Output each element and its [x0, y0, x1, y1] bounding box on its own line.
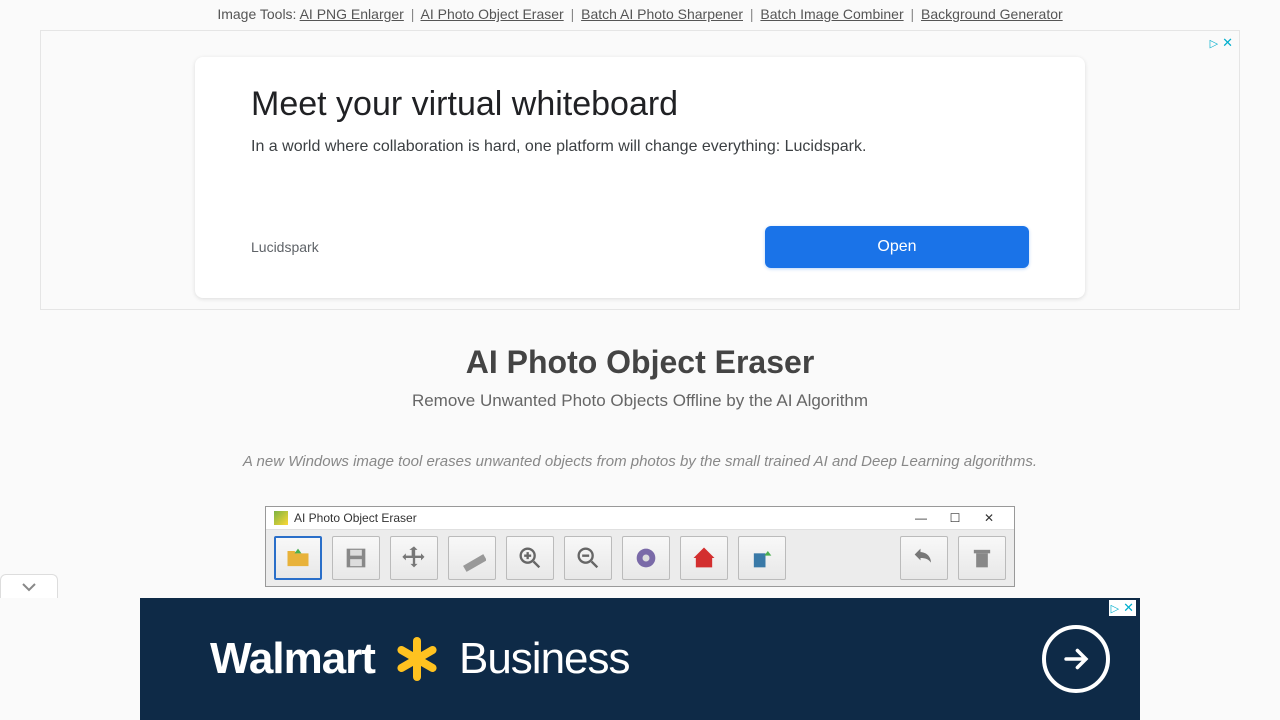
tool-link-png-enlarger[interactable]: AI PNG Enlarger — [300, 6, 404, 22]
minimize-icon: — — [904, 511, 938, 525]
move-button — [390, 536, 438, 580]
separator: | — [408, 6, 418, 22]
close-icon: ✕ — [972, 511, 1006, 525]
zoom-out-icon — [574, 544, 602, 572]
app-titlebar: AI Photo Object Eraser — ☐ ✕ — [266, 507, 1014, 530]
open-file-button — [274, 536, 322, 580]
ad-open-button[interactable]: Open — [765, 226, 1029, 268]
bottom-banner-ad[interactable]: ▷ ✕ Walmart Business — [140, 598, 1140, 720]
ad-description: In a world where collaboration is hard, … — [251, 138, 1029, 156]
tool-link-object-eraser[interactable]: AI Photo Object Eraser — [421, 6, 564, 22]
ruler-icon — [458, 544, 486, 572]
walmart-business-logo: Walmart Business — [210, 631, 630, 687]
close-ad-icon[interactable]: ✕ — [1222, 35, 1233, 51]
separator: | — [568, 6, 578, 22]
update-button — [738, 536, 786, 580]
app-title: AI Photo Object Eraser — [294, 511, 904, 525]
tool-link-bg-generator[interactable]: Background Generator — [921, 6, 1063, 22]
zoom-out-button — [564, 536, 612, 580]
maximize-icon: ☐ — [938, 511, 972, 525]
walmart-spark-icon — [389, 631, 445, 687]
ad-arrow-button[interactable] — [1042, 625, 1110, 693]
bottom-ad-container: ▷ ✕ Walmart Business — [0, 598, 1280, 720]
settings-button — [622, 536, 670, 580]
undo-button — [900, 536, 948, 580]
business-text: Business — [459, 634, 630, 684]
page-tagline: A new Windows image tool erases unwanted… — [0, 453, 1280, 470]
close-ad-icon[interactable]: ✕ — [1123, 600, 1134, 616]
home-button — [680, 536, 728, 580]
app-icon — [274, 511, 288, 525]
ad-controls: ▷ ✕ — [1210, 35, 1233, 51]
ad-bottom-row: Lucidspark Open — [251, 226, 1029, 268]
home-icon — [690, 544, 718, 572]
trash-icon — [968, 544, 996, 572]
app-screenshot: AI Photo Object Eraser — ☐ ✕ — [265, 506, 1015, 587]
top-ad-container: ▷ ✕ Meet your virtual whiteboard In a wo… — [40, 30, 1240, 310]
save-icon — [342, 544, 370, 572]
move-arrows-icon — [400, 544, 428, 572]
zoom-in-button — [506, 536, 554, 580]
tool-link-photo-sharpener[interactable]: Batch AI Photo Sharpener — [581, 6, 743, 22]
adchoices-icon[interactable]: ▷ — [1210, 37, 1218, 50]
bottom-ad-controls: ▷ ✕ — [1109, 600, 1136, 616]
tools-label: Image Tools: — [217, 6, 296, 22]
app-toolbar — [266, 530, 1014, 586]
ad-card[interactable]: Meet your virtual whiteboard In a world … — [195, 57, 1085, 298]
page-subtitle: Remove Unwanted Photo Objects Offline by… — [0, 391, 1280, 411]
walmart-text: Walmart — [210, 634, 375, 684]
adchoices-icon[interactable]: ▷ — [1111, 602, 1119, 615]
separator: | — [908, 6, 918, 22]
arrow-right-icon — [1059, 642, 1093, 676]
folder-open-icon — [284, 544, 312, 572]
separator: | — [747, 6, 757, 22]
zoom-in-icon — [516, 544, 544, 572]
page-title: AI Photo Object Eraser — [0, 344, 1280, 381]
undo-icon — [910, 544, 938, 572]
delete-button — [958, 536, 1006, 580]
gear-icon — [632, 544, 660, 572]
tools-bar: Image Tools: AI PNG Enlarger | AI Photo … — [0, 0, 1280, 30]
ad-brand: Lucidspark — [251, 239, 319, 255]
ad-headline: Meet your virtual whiteboard — [251, 85, 1029, 124]
chevron-down-icon — [21, 582, 37, 592]
save-button — [332, 536, 380, 580]
tool-link-image-combiner[interactable]: Batch Image Combiner — [760, 6, 903, 22]
ruler-button — [448, 536, 496, 580]
package-upload-icon — [748, 544, 776, 572]
collapse-ad-button[interactable] — [0, 574, 58, 598]
